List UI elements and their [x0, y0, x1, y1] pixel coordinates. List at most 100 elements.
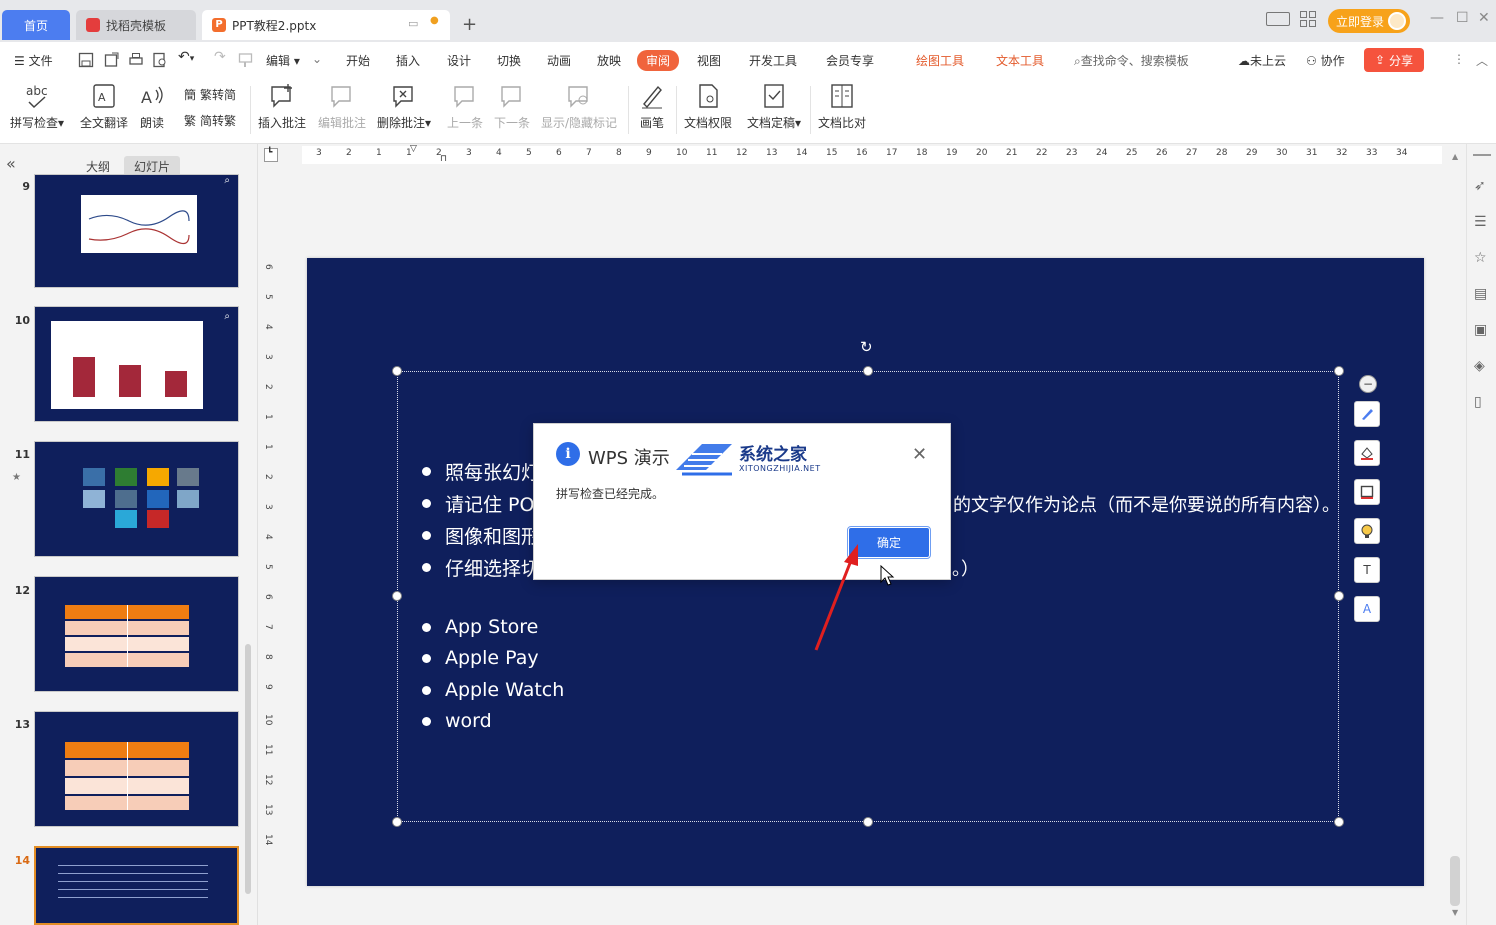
prev-comment-button[interactable]: 上一条	[447, 82, 483, 131]
outline-tool-icon[interactable]	[1354, 479, 1380, 505]
resize-handle[interactable]	[1334, 366, 1344, 376]
menu-item-transition[interactable]: 切换	[497, 52, 521, 69]
pin-icon[interactable]: ☆	[1474, 250, 1492, 268]
format-painter-icon[interactable]	[238, 52, 254, 68]
redo-icon[interactable]: ↷	[214, 49, 226, 65]
login-button[interactable]: 立即登录	[1328, 9, 1410, 33]
canvas-scrollbar[interactable]: ▲ ▼	[1446, 144, 1464, 925]
scroll-thumb[interactable]	[1450, 856, 1460, 906]
tab-file[interactable]: P PPT教程2.pptx ▭ ●	[202, 10, 450, 40]
monitor-icon[interactable]: ▭	[408, 17, 418, 30]
prev-comment-label: 上一条	[447, 116, 484, 130]
apps-grid-icon[interactable]	[1300, 11, 1316, 27]
share-button[interactable]: ⇪ 分享	[1364, 48, 1424, 72]
tab-stop-icon[interactable]: ┗	[264, 148, 278, 162]
compass-icon[interactable]: ◈	[1474, 358, 1492, 376]
menu-item-drawing-tools[interactable]: 绘图工具	[916, 52, 964, 69]
menu-item-animation[interactable]: 动画	[547, 52, 571, 69]
ruler-tick-label: 33	[1366, 148, 1378, 158]
indent-marker-bottom-icon[interactable]: ⊓	[440, 154, 447, 164]
indent-marker-icon[interactable]: ▽	[410, 144, 417, 154]
save-icon[interactable]	[78, 52, 94, 68]
show-hide-marks-button[interactable]: 显示/隐藏标记	[541, 82, 617, 131]
collapse-panel-icon[interactable]: «	[6, 154, 16, 173]
resize-handle[interactable]	[392, 817, 402, 827]
ruler-tick-label: 11	[706, 148, 718, 158]
more-chevron-icon[interactable]: ⌄	[312, 52, 322, 66]
slide-thumbnail-11[interactable]	[34, 441, 239, 557]
menu-item-insert[interactable]: 插入	[396, 52, 420, 69]
slide-thumbnail-10[interactable]: ⌕	[34, 306, 239, 422]
menu-item-text-tools[interactable]: 文本工具	[996, 52, 1044, 69]
collapse-ribbon-icon[interactable]: ︿	[1476, 52, 1488, 69]
adjust-icon[interactable]: ☰	[1474, 214, 1492, 232]
file-menu[interactable]: ☰ 文件	[14, 52, 53, 69]
doc-finalize-button[interactable]: 文档定稿▾	[747, 82, 801, 131]
resize-handle[interactable]	[392, 366, 402, 376]
read-aloud-button[interactable]: A 朗读	[138, 82, 166, 131]
edit-comment-button[interactable]: 编辑批注	[318, 82, 366, 131]
resize-handle[interactable]	[1334, 817, 1344, 827]
print-preview-icon[interactable]	[152, 52, 168, 68]
command-search[interactable]: ⌕查找命令、搜索模板	[1074, 52, 1189, 69]
book-icon[interactable]: ▯	[1474, 394, 1492, 412]
text-box-tool-icon[interactable]: T	[1354, 557, 1380, 583]
layout-icon[interactable]	[1266, 12, 1290, 26]
slide-thumbnail-13[interactable]	[34, 711, 239, 827]
line-chart-thumbnail	[81, 195, 197, 253]
rocket-icon[interactable]: ➶	[1474, 178, 1492, 196]
insert-comment-button[interactable]: 插入批注	[258, 82, 306, 131]
print-icon[interactable]	[128, 52, 144, 68]
edit-comment-label: 编辑批注	[318, 116, 367, 130]
menu-item-developer[interactable]: 开发工具	[749, 52, 797, 69]
bullet-text: 请记住 PO	[445, 494, 535, 516]
menu-item-slideshow[interactable]: 放映	[597, 52, 621, 69]
undo-icon[interactable]: ↶▾	[178, 49, 194, 65]
resize-handle[interactable]	[863, 817, 873, 827]
brush-tool-icon[interactable]	[1354, 401, 1380, 427]
tab-template[interactable]: 找稻壳模板	[76, 10, 196, 40]
resize-handle[interactable]	[392, 591, 402, 601]
maximize-icon[interactable]: ☐	[1456, 10, 1469, 26]
menu-item-start[interactable]: 开始	[346, 52, 370, 69]
slide-thumbnail-9[interactable]: ⌕	[34, 174, 239, 288]
next-comment-button[interactable]: 下一条	[494, 82, 530, 131]
idea-bulb-icon[interactable]	[1354, 518, 1380, 544]
panel-scrollbar[interactable]	[245, 644, 251, 894]
rotate-handle-icon[interactable]: ↻	[860, 338, 873, 356]
delete-comment-button[interactable]: 删除批注▾	[377, 82, 431, 131]
menu-item-member[interactable]: 会员专享	[826, 52, 874, 69]
doc-compare-button[interactable]: 文档比对	[818, 82, 866, 131]
spell-check-button[interactable]: abc 拼写检查▾	[10, 82, 64, 131]
new-tab-plus-icon[interactable]: +	[462, 14, 477, 35]
menu-item-review[interactable]: 审阅	[637, 50, 680, 71]
resize-handle[interactable]	[863, 366, 873, 376]
menu-item-label: 动画	[547, 54, 572, 68]
slides-icon[interactable]: ▤	[1474, 286, 1492, 304]
minimize-icon[interactable]: —	[1430, 10, 1444, 26]
export-icon[interactable]	[104, 52, 120, 68]
collapse-toolbar-icon[interactable]: −	[1359, 375, 1377, 393]
simp-to-trad-button[interactable]: 繁简转繁	[184, 112, 236, 129]
dialog-close-icon[interactable]: ✕	[912, 444, 927, 465]
pen-button[interactable]: 画笔	[638, 82, 666, 131]
slide-thumbnail-14[interactable]	[34, 846, 239, 925]
slide-thumbnail-12[interactable]	[34, 576, 239, 692]
translate-button[interactable]: A 全文翻译	[80, 82, 128, 131]
cloud-status[interactable]: ☁未上云	[1238, 52, 1286, 69]
trad-to-simp-button[interactable]: 簡繁转简	[184, 86, 236, 103]
collab-button[interactable]: ⚇ 协作	[1306, 52, 1345, 69]
watermark-name: 系统之家	[739, 445, 807, 465]
more-options-icon[interactable]: ⋮	[1453, 52, 1465, 66]
text-effect-tool-icon[interactable]: A	[1354, 596, 1380, 622]
close-window-icon[interactable]: ✕	[1478, 10, 1490, 26]
menu-item-view[interactable]: 视图	[697, 52, 721, 69]
fill-tool-icon[interactable]	[1354, 440, 1380, 466]
menu-item-design[interactable]: 设计	[447, 52, 471, 69]
separator	[628, 86, 629, 134]
image-icon[interactable]: ▣	[1474, 322, 1492, 340]
resize-handle[interactable]	[1334, 591, 1344, 601]
doc-permission-button[interactable]: 文档权限	[684, 82, 732, 131]
edit-menu[interactable]: 编辑 ▾	[266, 52, 300, 69]
tab-home[interactable]: 首页	[2, 10, 70, 40]
